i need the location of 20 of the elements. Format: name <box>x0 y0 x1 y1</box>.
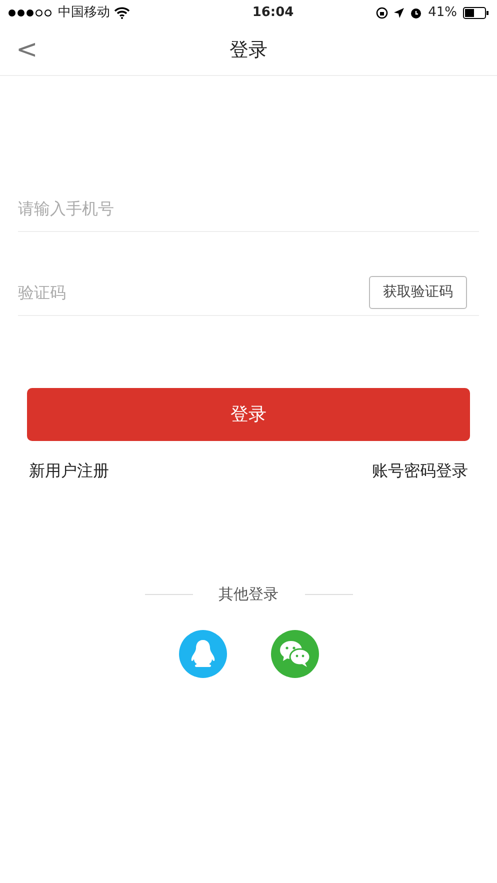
battery-icon <box>462 6 489 18</box>
back-button[interactable]: < <box>16 37 38 63</box>
location-arrow-icon <box>394 8 404 18</box>
alarm-clock-icon <box>410 6 422 18</box>
login-button[interactable]: 登录 <box>27 388 470 441</box>
page-title: 登录 <box>230 38 268 63</box>
clock-time: 16:04 <box>252 4 294 22</box>
register-link[interactable]: 新用户注册 <box>29 459 109 483</box>
phone-input-field[interactable]: 请输入手机号 <box>18 196 479 220</box>
password-login-link[interactable]: 账号密码登录 <box>372 459 468 483</box>
code-input-field[interactable]: 验证码 <box>18 280 361 304</box>
rotation-lock-icon <box>376 6 388 18</box>
battery-percent: 41% <box>428 4 457 22</box>
chat-bubbles-icon <box>278 640 310 668</box>
signal-icon <box>8 8 54 16</box>
carrier-name: 中国移动 <box>58 4 110 22</box>
other-login-label: 其他登录 <box>218 584 278 605</box>
penguin-icon <box>190 638 216 668</box>
get-code-button[interactable]: 获取验证码 <box>369 276 467 309</box>
wifi-icon <box>114 6 130 18</box>
